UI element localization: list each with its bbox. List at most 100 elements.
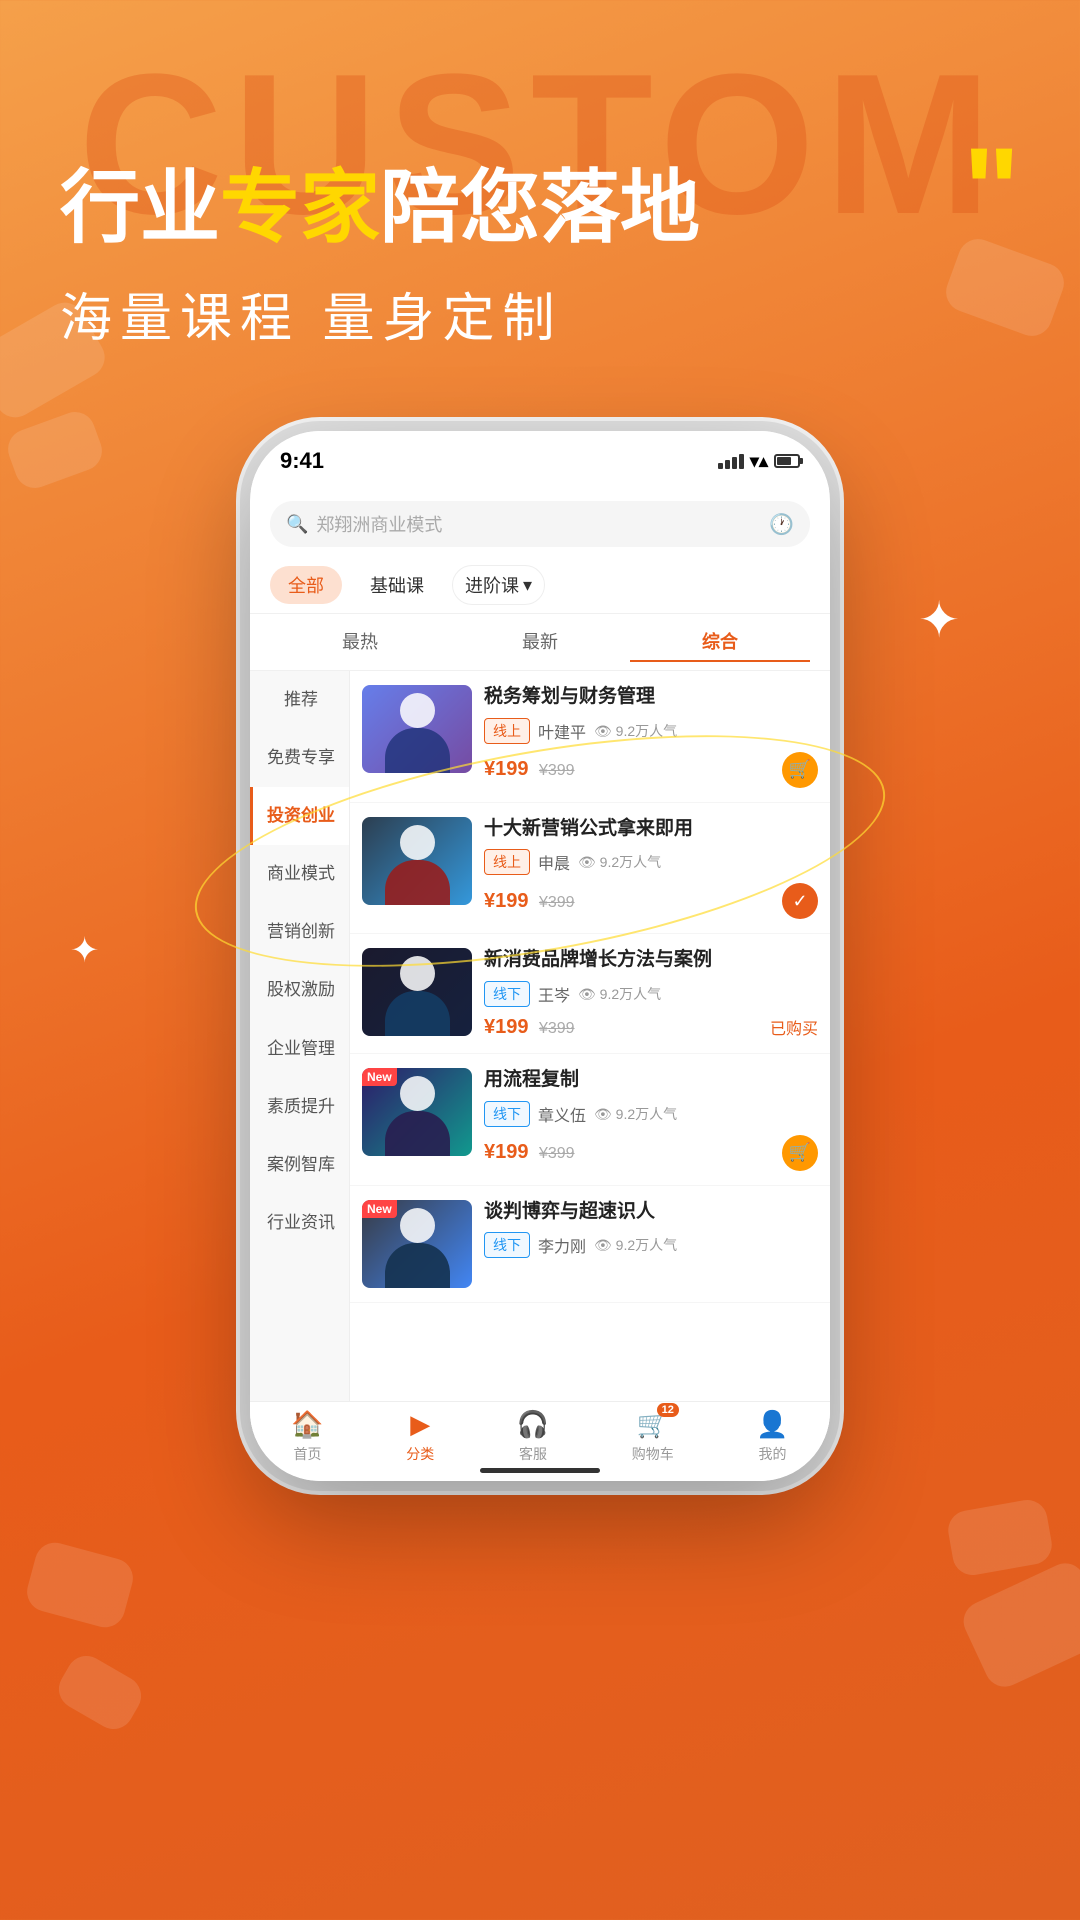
hero-title-highlight: 专家 — [220, 163, 380, 252]
chevron-down-icon: ▾ — [523, 575, 532, 596]
course-info-2: 十大新营销公式拿来即用 线上 申晨 👁 9.2万人气 ¥199 ¥399 ✓ — [484, 817, 818, 920]
sort-tab-new[interactable]: 最新 — [450, 622, 630, 662]
course-price-3: ¥199 — [484, 1016, 529, 1038]
hero-section: 行业专家陪您落地 海量课程 量身定制 — [0, 0, 1080, 391]
nav-label-home: 首页 — [293, 1444, 321, 1464]
nav-item-cart[interactable]: 🛒 12 购物车 — [632, 1409, 674, 1464]
course-teacher-5: 李力刚 — [538, 1233, 586, 1257]
course-price-1: ¥199 — [484, 758, 529, 780]
wifi-icon: ▾▴ — [750, 451, 768, 472]
course-tag-3: 线下 — [484, 981, 530, 1007]
course-price-4: ¥199 — [484, 1141, 529, 1163]
course-meta-3: 线下 王岑 👁 9.2万人气 — [484, 981, 818, 1007]
filter-tab-advanced[interactable]: 进阶课 ▾ — [452, 565, 545, 605]
phone-time: 9:41 — [280, 448, 324, 474]
sort-tab-overall[interactable]: 综合 — [630, 622, 810, 662]
course-price-row-2: ¥199 ¥399 ✓ — [484, 883, 818, 919]
hero-title-part1: 行业 — [60, 163, 220, 252]
phone-mockup: 9:41 ▾▴ 🔍 郑翔洲商业模式 🕐 全部 — [250, 431, 830, 1481]
sidebar-item-recommend[interactable]: 推荐 — [250, 671, 349, 729]
course-thumb-2 — [362, 817, 472, 905]
course-title-1: 税务筹划与财务管理 — [484, 685, 818, 710]
course-tag-4: 线下 — [484, 1101, 530, 1127]
course-item-1[interactable]: 税务筹划与财务管理 线上 叶建平 👁 9.2万人气 ¥199 ¥399 🛒 — [350, 671, 830, 803]
sidebar-item-investment[interactable]: 投资创业 — [250, 787, 349, 845]
course-meta-1: 线上 叶建平 👁 9.2万人气 — [484, 718, 818, 744]
content-area: 推荐 免费专享 投资创业 商业模式 营销创新 股权激励 企业管理 素质提升 案例… — [250, 671, 830, 1449]
course-original-price-4: ¥399 — [539, 1145, 575, 1162]
search-bar[interactable]: 🔍 郑翔洲商业模式 🕐 — [270, 501, 810, 547]
filter-tabs: 全部 基础课 进阶课 ▾ — [250, 557, 830, 614]
filter-tab-basic[interactable]: 基础课 — [352, 566, 442, 604]
course-views-3: 👁 9.2万人气 — [578, 984, 661, 1004]
course-item-5[interactable]: New 谈判博弈与超速识人 线下 李力刚 👁 9.2万人气 — [350, 1186, 830, 1303]
history-icon: 🕐 — [769, 512, 794, 537]
deco-shape-3 — [23, 1538, 138, 1631]
new-badge-4: New — [362, 1068, 397, 1086]
sparkle-1: ✦ — [918, 591, 960, 649]
course-original-price-3: ¥399 — [539, 1020, 575, 1037]
sidebar-item-management[interactable]: 企业管理 — [250, 1020, 349, 1078]
profile-icon: 👤 — [756, 1409, 788, 1440]
sidebar-item-news[interactable]: 行业资讯 — [250, 1194, 349, 1252]
cart-badge: 12 — [657, 1403, 679, 1417]
course-teacher-3: 王岑 — [538, 982, 570, 1006]
course-thumb-1 — [362, 685, 472, 773]
deco-shape-4 — [52, 1649, 149, 1737]
course-teacher-4: 章义伍 — [538, 1102, 586, 1126]
course-views-2: 👁 9.2万人气 — [578, 852, 661, 872]
course-item-2[interactable]: 十大新营销公式拿来即用 线上 申晨 👁 9.2万人气 ¥199 ¥399 ✓ — [350, 803, 830, 935]
deco-shape-7 — [945, 1497, 1055, 1578]
cart-button-1[interactable]: 🛒 — [782, 752, 818, 788]
hero-title: 行业专家陪您落地 — [60, 160, 1020, 256]
search-placeholder: 郑翔洲商业模式 — [316, 511, 761, 537]
nav-item-service[interactable]: 🎧 客服 — [517, 1409, 549, 1464]
filter-tab-all[interactable]: 全部 — [270, 566, 342, 604]
hero-title-part2: 陪您落地 — [380, 163, 700, 252]
course-thumb-3 — [362, 948, 472, 1036]
nav-label-category: 分类 — [406, 1444, 434, 1464]
course-info-1: 税务筹划与财务管理 线上 叶建平 👁 9.2万人气 ¥199 ¥399 🛒 — [484, 685, 818, 788]
phone-status-icons: ▾▴ — [718, 451, 800, 472]
nav-label-profile: 我的 — [758, 1444, 786, 1464]
course-info-4: 用流程复制 线下 章义伍 👁 9.2万人气 ¥199 ¥399 🛒 — [484, 1068, 818, 1171]
purchased-label-3: 已购买 — [770, 1015, 818, 1039]
course-title-4: 用流程复制 — [484, 1068, 818, 1093]
deco-shape-6 — [957, 1557, 1080, 1694]
nav-item-profile[interactable]: 👤 我的 — [756, 1409, 788, 1464]
search-icon: 🔍 — [286, 514, 308, 535]
course-thumb-5: New — [362, 1200, 472, 1288]
sidebar-item-free[interactable]: 免费专享 — [250, 729, 349, 787]
course-title-2: 十大新营销公式拿来即用 — [484, 817, 818, 842]
course-teacher-1: 叶建平 — [538, 719, 586, 743]
course-meta-4: 线下 章义伍 👁 9.2万人气 — [484, 1101, 818, 1127]
headset-icon: 🎧 — [517, 1409, 549, 1440]
status-bar: 9:41 ▾▴ — [250, 431, 830, 491]
home-icon: 🏠 — [291, 1409, 323, 1440]
hero-subtitle: 海量课程 量身定制 — [60, 276, 1020, 351]
course-views-5: 👁 9.2万人气 — [594, 1235, 677, 1255]
sidebar-item-marketing[interactable]: 营销创新 — [250, 903, 349, 961]
course-item-3[interactable]: 新消费品牌增长方法与案例 线下 王岑 👁 9.2万人气 ¥199 ¥399 已购… — [350, 934, 830, 1054]
course-meta-2: 线上 申晨 👁 9.2万人气 — [484, 849, 818, 875]
course-title-3: 新消费品牌增长方法与案例 — [484, 948, 818, 973]
nav-item-category[interactable]: ▶ 分类 — [406, 1409, 434, 1464]
sidebar-item-quality[interactable]: 素质提升 — [250, 1078, 349, 1136]
sort-tab-hot[interactable]: 最热 — [270, 622, 450, 662]
battery-icon — [774, 454, 800, 468]
sidebar-item-business[interactable]: 商业模式 — [250, 845, 349, 903]
sidebar-item-cases[interactable]: 案例智库 — [250, 1136, 349, 1194]
phone-wrapper: ✦ ✦ 9:41 ▾▴ 🔍 郑翔洲商业模式 — [0, 431, 1080, 1481]
course-views-1: 👁 9.2万人气 — [594, 721, 677, 741]
nav-item-home[interactable]: 🏠 首页 — [291, 1409, 323, 1464]
course-price-row-1: ¥199 ¥399 🛒 — [484, 752, 818, 788]
cart-button-2[interactable]: ✓ — [782, 883, 818, 919]
course-price-row-3: ¥199 ¥399 已购买 — [484, 1015, 818, 1039]
course-thumb-4: New — [362, 1068, 472, 1156]
cart-button-4[interactable]: 🛒 — [782, 1135, 818, 1171]
nav-label-cart: 购物车 — [632, 1444, 674, 1464]
sidebar-item-equity[interactable]: 股权激励 — [250, 961, 349, 1019]
course-item-4[interactable]: New 用流程复制 线下 章义伍 👁 9.2万人气 — [350, 1054, 830, 1186]
course-original-price-2: ¥399 — [539, 894, 575, 911]
new-badge-5: New — [362, 1200, 397, 1218]
